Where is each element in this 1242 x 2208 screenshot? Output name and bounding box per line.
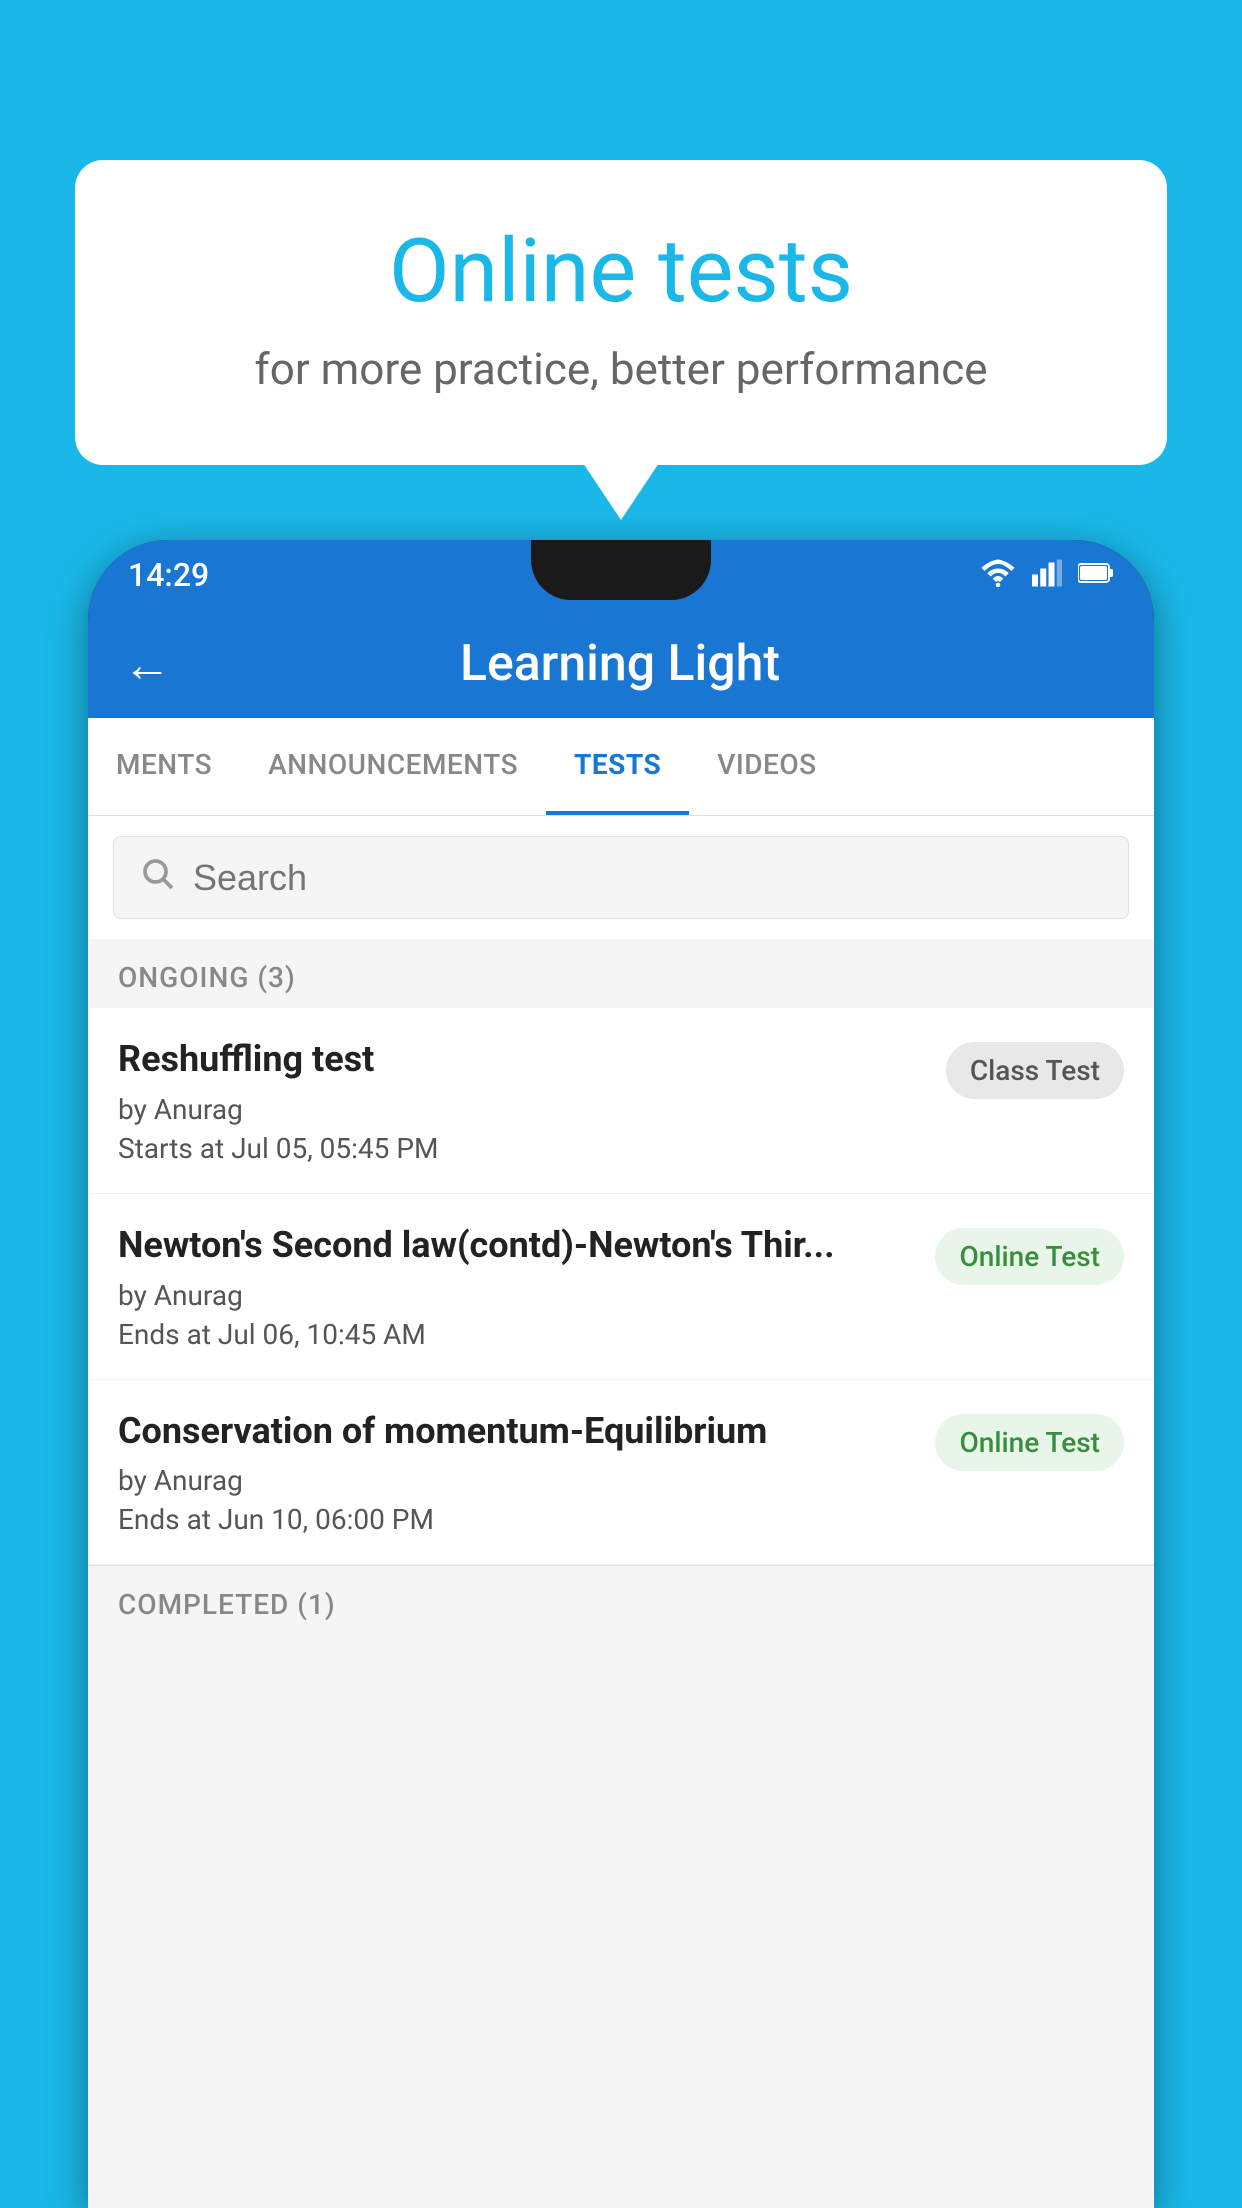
search-container [88, 816, 1154, 939]
battery-icon [1078, 562, 1114, 588]
test-item[interactable]: Newton's Second law(contd)-Newton's Thir… [88, 1194, 1154, 1380]
test-name: Reshuffling test [118, 1036, 926, 1083]
bubble-subtitle: for more practice, better performance [155, 343, 1087, 395]
test-name: Newton's Second law(contd)-Newton's Thir… [118, 1222, 915, 1269]
search-icon [139, 855, 175, 900]
completed-section-header: COMPLETED (1) [88, 1565, 1154, 1635]
test-author: by Anurag [118, 1464, 915, 1497]
test-item[interactable]: Reshuffling test by Anurag Starts at Jul… [88, 1008, 1154, 1194]
test-info: Reshuffling test by Anurag Starts at Jul… [118, 1036, 926, 1165]
tabs-bar: MENTS ANNOUNCEMENTS TESTS VIDEOS [88, 718, 1154, 816]
test-badge-online: Online Test [935, 1228, 1124, 1285]
phone-frame: 14:29 [88, 540, 1154, 2208]
tab-announcements[interactable]: ANNOUNCEMENTS [240, 718, 546, 815]
status-time: 14:29 [128, 556, 209, 594]
test-info: Conservation of momentum-Equilibrium by … [118, 1408, 915, 1537]
phone-content: MENTS ANNOUNCEMENTS TESTS VIDEOS ONGOING… [88, 718, 1154, 2208]
test-author: by Anurag [118, 1279, 915, 1312]
test-badge-class: Class Test [946, 1042, 1124, 1099]
test-time: Ends at Jun 10, 06:00 PM [118, 1503, 915, 1536]
test-list: Reshuffling test by Anurag Starts at Jul… [88, 1008, 1154, 1565]
app-title: Learning Light [201, 635, 1039, 693]
back-button[interactable]: ← [123, 636, 171, 693]
tab-videos[interactable]: VIDEOS [689, 718, 844, 815]
status-icons [980, 559, 1114, 591]
test-badge-online: Online Test [935, 1414, 1124, 1471]
tab-ments[interactable]: MENTS [88, 718, 240, 815]
bubble-title: Online tests [155, 220, 1087, 323]
test-info: Newton's Second law(contd)-Newton's Thir… [118, 1222, 915, 1351]
signal-icon [1032, 559, 1062, 591]
test-author: by Anurag [118, 1093, 926, 1126]
app-header: ← Learning Light [88, 610, 1154, 718]
phone-notch [531, 540, 711, 600]
test-time: Starts at Jul 05, 05:45 PM [118, 1132, 926, 1165]
search-input[interactable] [193, 857, 1103, 899]
wifi-icon [980, 559, 1016, 591]
tab-tests[interactable]: TESTS [546, 718, 689, 815]
test-time: Ends at Jul 06, 10:45 AM [118, 1318, 915, 1351]
ongoing-section-header: ONGOING (3) [88, 939, 1154, 1008]
speech-bubble: Online tests for more practice, better p… [75, 160, 1167, 465]
test-item[interactable]: Conservation of momentum-Equilibrium by … [88, 1380, 1154, 1566]
test-name: Conservation of momentum-Equilibrium [118, 1408, 915, 1455]
search-box[interactable] [113, 836, 1129, 919]
